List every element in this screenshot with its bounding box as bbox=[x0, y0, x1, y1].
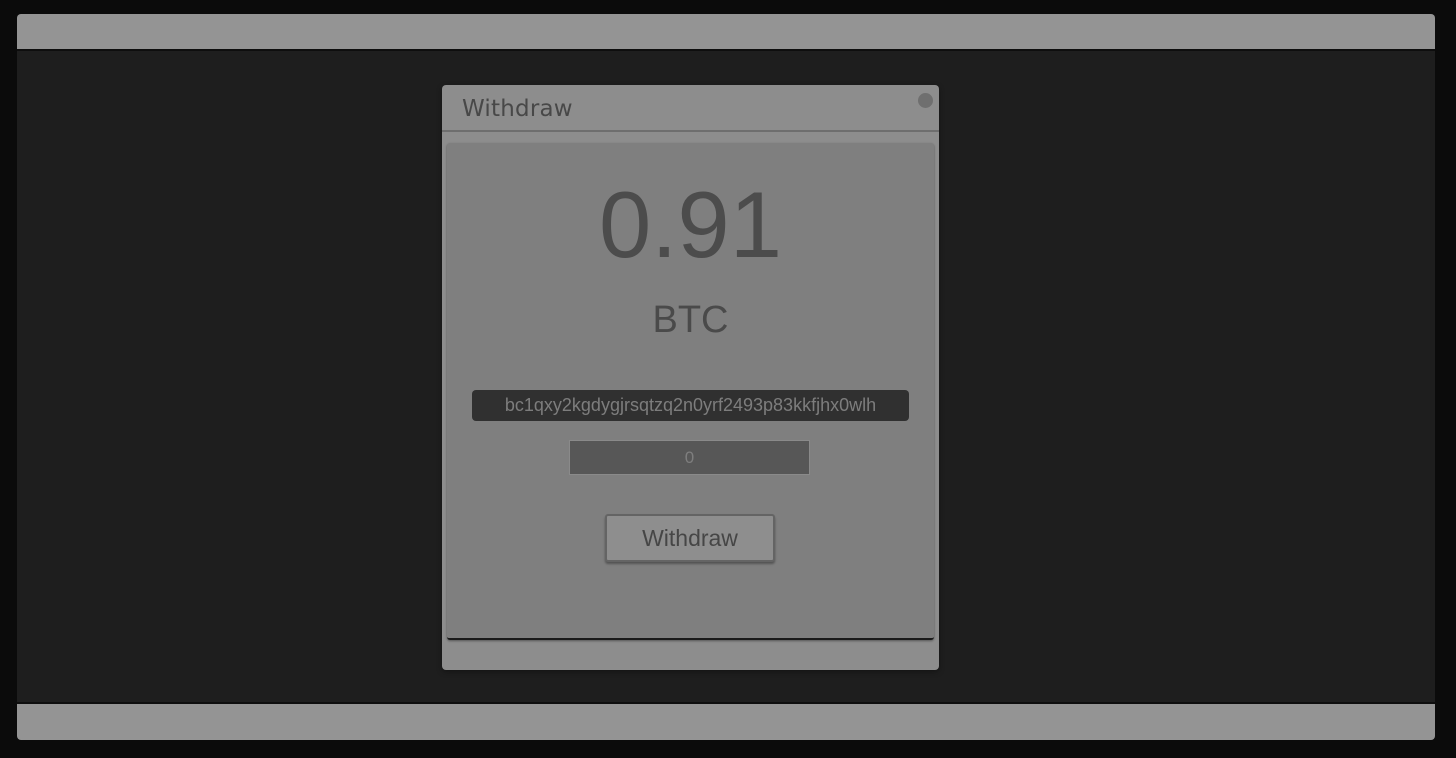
currency-label: BTC bbox=[652, 299, 729, 341]
top-bar bbox=[17, 14, 1435, 51]
withdraw-dialog: Withdraw 0.91 BTC bc1qxy2kgdygjrsqtzq2n0… bbox=[442, 85, 939, 670]
dialog-header: Withdraw bbox=[442, 85, 939, 132]
bottom-bar bbox=[17, 702, 1435, 740]
close-dot-icon[interactable] bbox=[918, 93, 933, 108]
dialog-title: Withdraw bbox=[462, 96, 573, 122]
withdraw-amount-input[interactable] bbox=[569, 440, 810, 475]
withdraw-button[interactable]: Withdraw bbox=[605, 514, 775, 562]
dialog-body: 0.91 BTC bc1qxy2kgdygjrsqtzq2n0yrf2493p8… bbox=[447, 143, 934, 640]
wallet-address[interactable]: bc1qxy2kgdygjrsqtzq2n0yrf2493p83kkfjhx0w… bbox=[472, 390, 909, 421]
balance-amount: 0.91 bbox=[599, 172, 782, 277]
